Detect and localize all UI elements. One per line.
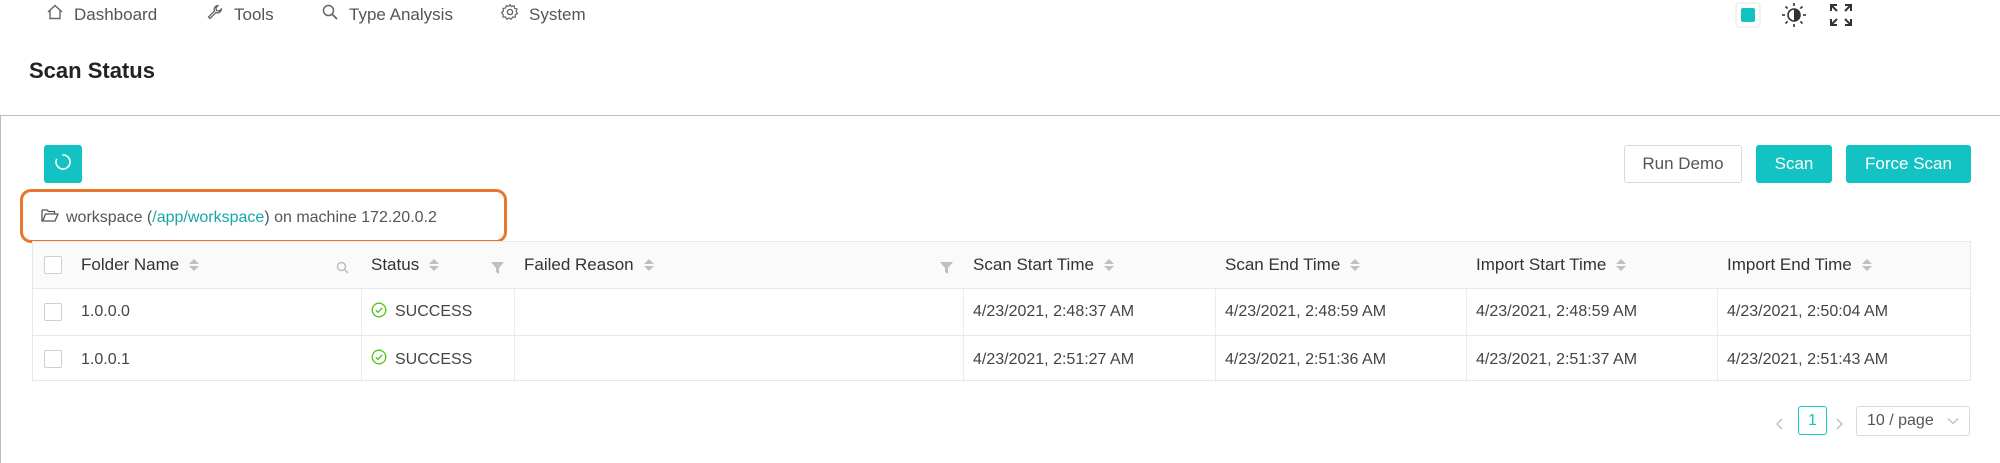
page-title: Scan Status [29, 58, 155, 83]
nav-item-label: Dashboard [74, 4, 158, 24]
scan-status-card: Run Demo Scan Force Scan workspace (/app… [0, 115, 2000, 463]
nav-item-tools[interactable]: Tools [206, 3, 274, 26]
status-cell: SUCCESS [361, 289, 514, 335]
table-header: Folder Name Status Failed Reason Scan St… [33, 242, 1970, 289]
fullscreen-icon[interactable] [1828, 2, 1854, 33]
sort-icon[interactable] [643, 259, 654, 271]
row-checkbox[interactable] [44, 303, 62, 321]
import-start-cell: 4/23/2021, 2:51:37 AM [1476, 350, 1638, 368]
folder-name-cell: 1.0.0.0 [81, 303, 130, 320]
status-cell: SUCCESS [361, 336, 514, 383]
filter-icon[interactable] [491, 259, 504, 279]
nav-item-label: Type Analysis [349, 4, 453, 24]
row-checkbox[interactable] [44, 350, 62, 368]
column-header-scan-start-time[interactable]: Scan Start Time [963, 242, 1215, 288]
sort-icon[interactable] [1861, 259, 1872, 271]
column-header-failed-reason[interactable]: Failed Reason [514, 242, 963, 288]
scan-end-cell: 4/23/2021, 2:48:59 AM [1225, 303, 1387, 320]
column-header-status[interactable]: Status [361, 242, 514, 288]
chevron-down-icon [1947, 412, 1959, 430]
table-row[interactable]: 1.0.0.0 SUCCESS 4/23/2021, 2:48:37 AM 4/… [33, 289, 1970, 336]
sort-icon[interactable] [1103, 259, 1114, 271]
folder-name-cell: 1.0.0.1 [81, 350, 130, 368]
force-scan-button[interactable]: Force Scan [1846, 145, 1971, 183]
status-text: SUCCESS [395, 303, 473, 320]
wrench-icon [206, 3, 224, 26]
table-row[interactable]: 1.0.0.1 SUCCESS 4/23/2021, 2:51:27 AM 4/… [33, 336, 1970, 383]
chevron-left-icon [1775, 415, 1785, 435]
nav-item-system[interactable]: System [500, 3, 586, 26]
home-icon [46, 3, 64, 26]
status-text: SUCCESS [395, 350, 473, 368]
gear-icon [500, 3, 519, 26]
workspace-machine: ) on machine 172.20.0.2 [264, 208, 437, 226]
column-header-folder-name[interactable]: Folder Name [71, 242, 361, 288]
page-size-label: 10 / page [1867, 412, 1934, 429]
workspace-info: workspace (/app/workspace) on machine 17… [41, 207, 437, 228]
sort-icon[interactable] [1350, 259, 1361, 271]
filter-icon[interactable] [940, 259, 953, 279]
check-circle-icon [371, 302, 387, 323]
check-circle-icon [371, 349, 387, 370]
page-size-select[interactable]: 10 / page [1856, 406, 1970, 436]
scan-table: Folder Name Status Failed Reason Scan St… [32, 241, 1971, 383]
nav-item-dashboard[interactable]: Dashboard [46, 3, 157, 26]
sort-icon[interactable] [1616, 259, 1627, 271]
column-header-import-end-time[interactable]: Import End Time [1717, 242, 1970, 288]
folder-open-icon [41, 207, 59, 228]
search-icon[interactable] [336, 259, 349, 279]
column-header-scan-end-time[interactable]: Scan End Time [1215, 242, 1466, 288]
sort-icon[interactable] [429, 259, 440, 271]
nav-item-label: Tools [234, 4, 274, 24]
nav-item-type-analysis[interactable]: Type Analysis [321, 3, 453, 26]
select-all-checkbox[interactable] [44, 256, 62, 274]
sort-icon[interactable] [189, 259, 200, 271]
chevron-right-icon [1834, 415, 1844, 435]
top-nav: Dashboard Tools Type Analysis System [0, 0, 2000, 30]
scan-start-cell: 4/23/2021, 2:48:37 AM [973, 303, 1135, 320]
workspace-path-link[interactable]: /app/workspace [152, 209, 264, 226]
prev-page-button[interactable] [1775, 415, 1785, 435]
scan-button[interactable]: Scan [1756, 145, 1832, 183]
next-page-button[interactable] [1834, 415, 1844, 435]
import-end-cell: 4/23/2021, 2:51:43 AM [1727, 350, 1889, 368]
color-swatch-icon[interactable] [1735, 2, 1761, 33]
scan-start-cell: 4/23/2021, 2:51:27 AM [973, 350, 1135, 368]
scan-end-cell: 4/23/2021, 2:51:36 AM [1225, 350, 1387, 368]
import-end-cell: 4/23/2021, 2:50:04 AM [1727, 303, 1889, 320]
brightness-icon[interactable] [1781, 2, 1807, 33]
failed-reason-cell [514, 289, 963, 335]
workspace-name: workspace ( [66, 208, 153, 226]
refresh-button[interactable] [44, 145, 82, 183]
failed-reason-cell [514, 336, 963, 383]
nav-item-label: System [529, 4, 586, 24]
column-header-import-start-time[interactable]: Import Start Time [1466, 242, 1717, 288]
refresh-icon [53, 152, 73, 177]
page-1-button[interactable]: 1 [1798, 406, 1827, 435]
run-demo-button[interactable]: Run Demo [1624, 145, 1742, 183]
import-start-cell: 4/23/2021, 2:48:59 AM [1476, 303, 1638, 320]
search-icon [321, 3, 339, 26]
